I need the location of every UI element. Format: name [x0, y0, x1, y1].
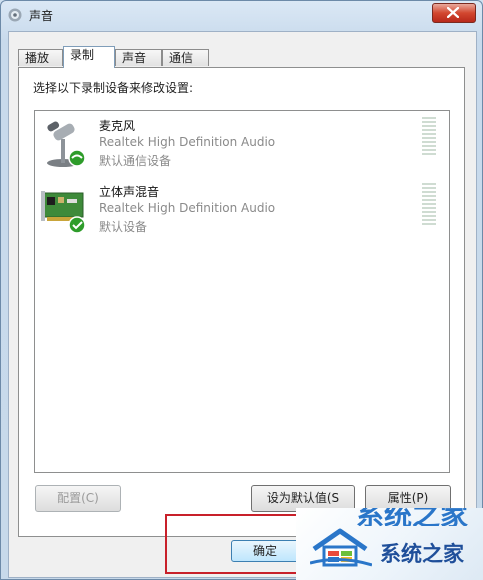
- device-status: 默认设备: [99, 220, 148, 234]
- tab-communications[interactable]: 通信: [162, 49, 209, 66]
- device-microphone[interactable]: 麦克风 Realtek High Definition Audio 默认通信设备: [35, 111, 449, 177]
- close-icon: [447, 7, 459, 18]
- speaker-icon: [8, 8, 22, 22]
- house-logo-icon: [310, 528, 372, 567]
- sound-dialog-window: 声音 播放 录制 声音 通信 选择以下录制设备来修改设置: 麦克风 Realte…: [0, 0, 483, 580]
- close-button[interactable]: [432, 3, 476, 23]
- level-meter: [422, 183, 436, 227]
- device-name: 麦克风: [99, 119, 136, 133]
- watermark: 系统之家 系统之家: [296, 508, 483, 580]
- device-status: 默认通信设备: [99, 154, 172, 168]
- watermark-text: 系统之家: [380, 542, 464, 566]
- instructions-text: 选择以下录制设备来修改设置:: [33, 81, 194, 95]
- device-driver: Realtek High Definition Audio: [99, 201, 276, 215]
- tab-sounds[interactable]: 声音: [115, 49, 162, 66]
- device-name: 立体声混音: [99, 185, 160, 199]
- tab-recording[interactable]: 录制: [63, 46, 115, 68]
- configure-button[interactable]: 配置(C): [35, 485, 121, 512]
- recording-panel: 选择以下录制设备来修改设置: 麦克风 Realtek High Definiti…: [18, 67, 465, 537]
- title-bar[interactable]: 声音: [1, 1, 482, 29]
- device-list[interactable]: 麦克风 Realtek High Definition Audio 默认通信设备: [34, 110, 450, 473]
- watermark-strip: 系统之家: [296, 508, 483, 526]
- tab-playback[interactable]: 播放: [18, 49, 63, 66]
- dialog-body: 播放 录制 声音 通信 选择以下录制设备来修改设置: 麦克风 Realtek H…: [8, 31, 477, 578]
- device-stereo-mix[interactable]: 立体声混音 Realtek High Definition Audio 默认设备: [35, 177, 449, 243]
- watermark-strip-text: 系统之家: [356, 508, 469, 526]
- sound-card-icon: [41, 191, 86, 234]
- level-meter: [422, 117, 436, 157]
- device-driver: Realtek High Definition Audio: [99, 135, 276, 149]
- microphone-icon: [47, 121, 86, 167]
- window-title: 声音: [29, 9, 54, 23]
